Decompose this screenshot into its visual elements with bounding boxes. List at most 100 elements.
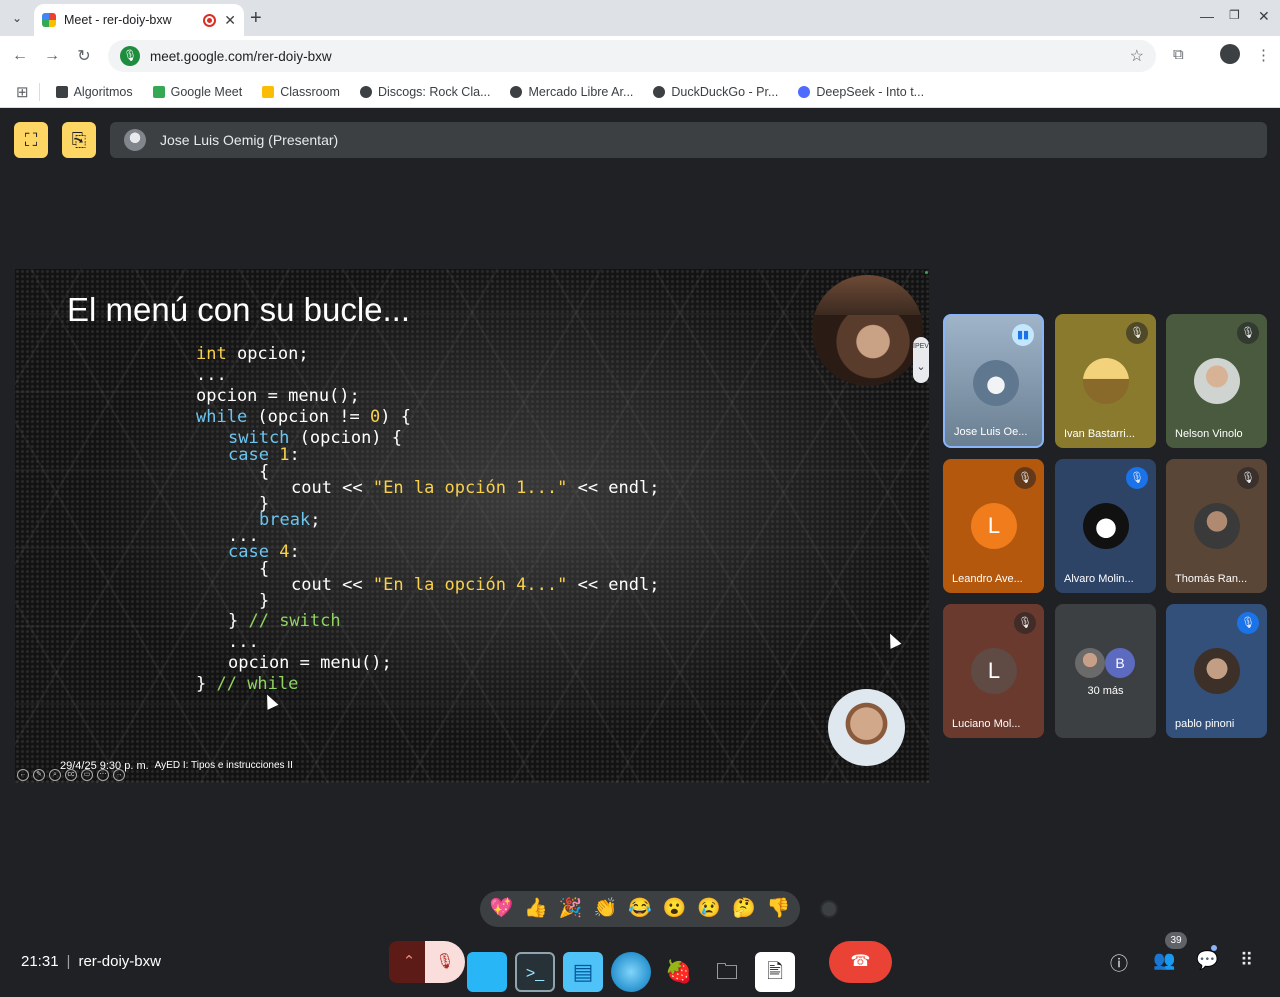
- bookmark-star-icon[interactable]: ☆: [1130, 46, 1144, 66]
- more-participants-label: 30 más: [1087, 685, 1124, 697]
- presenter-camera-bubble: [812, 275, 923, 386]
- avatar-letter: B: [1105, 648, 1135, 678]
- people-icon[interactable]: 👥: [1153, 950, 1175, 971]
- reaction-thumbs-up-icon[interactable]: 👍: [524, 891, 548, 927]
- meet-favicon-icon: [42, 13, 56, 27]
- participant-name: pablo pinoni: [1175, 718, 1235, 730]
- mic-toggle-button[interactable]: 🎙: [425, 941, 465, 983]
- terminal-icon[interactable]: >_: [515, 951, 555, 992]
- reaction-thinking-icon[interactable]: 🤔: [732, 891, 756, 927]
- reaction-thumbs-down-icon[interactable]: 👎: [767, 891, 791, 927]
- participant-tile[interactable]: 🎙 pablo pinoni: [1166, 604, 1267, 738]
- reload-button[interactable]: ↻: [68, 46, 100, 66]
- desktop-icon[interactable]: [467, 951, 507, 992]
- document-icon[interactable]: 🖹: [755, 951, 795, 992]
- meeting-details-icon[interactable]: ⓘ: [1110, 950, 1128, 976]
- presentation-slide: El menú con su bucle... int opcion; ... …: [15, 269, 929, 783]
- site-mic-icon[interactable]: 🎙: [120, 46, 140, 66]
- folder-icon[interactable]: 🗀: [707, 952, 747, 992]
- participant-name: Thomás Ran...: [1175, 573, 1248, 585]
- layout-button[interactable]: ⎘: [62, 122, 96, 158]
- meet-stage: ⛶ ⎘ Jose Luis Oemig (Presentar) El menú …: [0, 108, 1280, 997]
- mic-off-icon: 🎙: [1014, 467, 1036, 489]
- profile-avatar[interactable]: [1220, 44, 1240, 64]
- participant-name: Nelson Vinolo: [1175, 428, 1243, 440]
- close-window-button[interactable]: ✕: [1258, 8, 1270, 25]
- bookmark-label: Mercado Libre Ar...: [528, 84, 634, 99]
- reaction-laugh-icon[interactable]: 😂: [628, 891, 652, 927]
- prev-slide-icon[interactable]: ←: [17, 769, 29, 781]
- leave-call-button[interactable]: ☎: [829, 941, 892, 983]
- reaction-surprised-icon[interactable]: 😮: [663, 891, 687, 927]
- zoom-icon[interactable]: ⌕: [49, 769, 61, 781]
- bookmark-google-meet[interactable]: Google Meet: [145, 85, 251, 99]
- avatar: [1194, 648, 1240, 694]
- file-cabinet-icon[interactable]: ▤: [563, 951, 603, 992]
- tab-title: Meet - rer-doiy-bxw: [64, 13, 172, 27]
- close-tab-icon[interactable]: ✕: [224, 12, 236, 29]
- bookmark-deepseek[interactable]: DeepSeek - Into t...: [790, 85, 932, 99]
- avatar: [973, 360, 1019, 406]
- chevron-down-icon: ⌄: [916, 361, 926, 373]
- more-options-icon[interactable]: ⋯: [97, 769, 109, 781]
- browser-tabstrip: ⌄ Meet - rer-doiy-bxw ✕ + — ❐ ✕: [0, 0, 1280, 36]
- tab-search-button[interactable]: ⌄: [6, 8, 28, 28]
- browser-menu-icon[interactable]: ⋮: [1256, 46, 1271, 64]
- new-tab-button[interactable]: +: [250, 8, 262, 28]
- address-bar[interactable]: 🎙 meet.google.com/rer-doiy-bxw ☆: [108, 40, 1156, 72]
- bookmark-mercadolibre[interactable]: Mercado Libre Ar...: [502, 85, 641, 99]
- browser-globe-icon[interactable]: [611, 951, 651, 992]
- subtitles-icon[interactable]: cc: [65, 769, 77, 781]
- presenter-avatar: [124, 129, 146, 151]
- code-block: int opcion; ... opcion = menu(); while (…: [196, 344, 660, 694]
- avatar: [1194, 503, 1240, 549]
- participant-tile[interactable]: 🎙 Ivan Bastarri...: [1055, 314, 1156, 448]
- reaction-sad-icon[interactable]: 😢: [697, 891, 721, 927]
- next-slide-icon[interactable]: →: [113, 769, 125, 781]
- extensions-icon[interactable]: ⧉: [1173, 46, 1184, 63]
- forward-button[interactable]: →: [36, 47, 68, 65]
- mic-off-icon: 🎙: [1126, 322, 1148, 344]
- strawberry-icon[interactable]: 🍓: [659, 952, 699, 992]
- browser-tab-meet[interactable]: Meet - rer-doiy-bxw ✕: [34, 4, 244, 36]
- participant-tile[interactable]: 🎙 L Leandro Ave...: [943, 459, 1044, 593]
- recording-icon: [203, 13, 217, 27]
- back-button[interactable]: ←: [4, 47, 36, 65]
- more-participants-tile[interactable]: B 30 más: [1055, 604, 1156, 738]
- minimize-window-button[interactable]: —: [1200, 8, 1214, 24]
- bookmark-label: DeepSeek - Into t...: [816, 84, 925, 99]
- chat-icon[interactable]: 💬: [1196, 950, 1218, 971]
- avatar-letter: L: [971, 503, 1017, 549]
- participant-tile[interactable]: 🎙 Thomás Ran...: [1166, 459, 1267, 593]
- apps-grid-icon[interactable]: ⊞: [16, 82, 40, 101]
- slide-title: El menú con su bucle...: [67, 291, 411, 328]
- participant-tile[interactable]: 🎙 L Luciano Mol...: [943, 604, 1044, 738]
- participant-tile[interactable]: 🎙 Nelson Vinolo: [1166, 314, 1267, 448]
- slide-view-icon[interactable]: ▭: [81, 769, 93, 781]
- activities-grid-icon[interactable]: ⠿: [1240, 950, 1253, 971]
- bookmark-algoritmos[interactable]: Algoritmos: [48, 85, 141, 99]
- bookmark-label: DuckDuckGo - Pr...: [671, 84, 779, 99]
- participant-tile[interactable]: ▮▮ Jose Luis Oe...: [943, 314, 1044, 448]
- participant-tile[interactable]: 🎙 Alvaro Molin...: [1055, 459, 1156, 593]
- participant-name: Luciano Mol...: [952, 718, 1021, 730]
- reaction-clap-icon[interactable]: 👏: [593, 891, 617, 927]
- presenter-label: Jose Luis Oemig (Presentar): [160, 132, 339, 148]
- camera-bubble-control[interactable]: IPEVO⌄: [913, 337, 929, 383]
- url-text[interactable]: meet.google.com/rer-doiy-bxw: [150, 49, 1130, 64]
- hide-presentation-button[interactable]: ⛶: [14, 122, 48, 158]
- reaction-heart-icon[interactable]: 💖: [489, 891, 513, 927]
- mic-options-button[interactable]: ⌃: [389, 941, 429, 983]
- separator: |: [66, 953, 71, 970]
- skin-tone-button[interactable]: [820, 900, 838, 918]
- bookmark-classroom[interactable]: Classroom: [254, 85, 348, 99]
- pen-icon[interactable]: ✎: [33, 769, 45, 781]
- bookmark-discogs[interactable]: Discogs: Rock Cla...: [352, 85, 499, 99]
- secondary-camera-bubble: [828, 689, 905, 766]
- meeting-info: 21:31 | rer-doiy-bxw: [21, 953, 161, 970]
- classroom-icon: [262, 85, 275, 98]
- status-dot: [925, 271, 928, 274]
- reaction-party-icon[interactable]: 🎉: [559, 891, 583, 927]
- restore-window-button[interactable]: ❐: [1229, 8, 1240, 22]
- bookmark-duckduckgo[interactable]: DuckDuckGo - Pr...: [645, 85, 786, 99]
